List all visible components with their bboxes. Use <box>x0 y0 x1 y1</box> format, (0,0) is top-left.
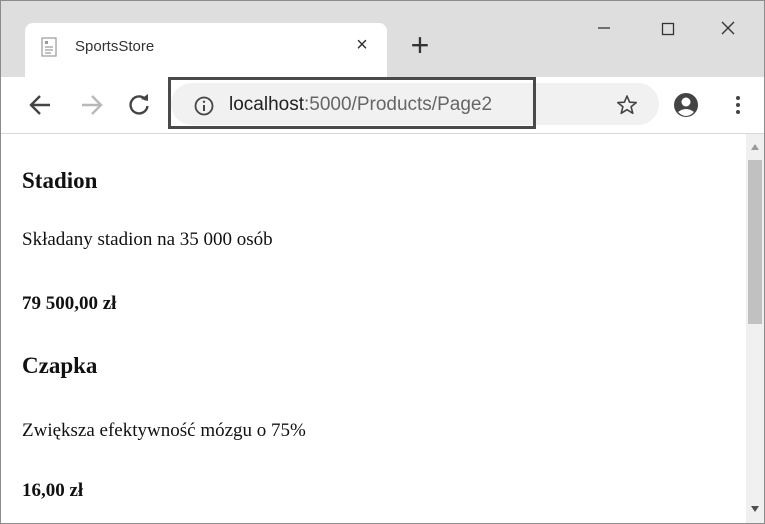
product-price: 16,00 zł <box>22 480 84 501</box>
product-name: Czapka <box>22 353 98 378</box>
scroll-up-icon[interactable] <box>746 140 764 154</box>
vertical-scrollbar[interactable] <box>746 134 764 523</box>
page-content: Stadion Składany stadion na 35 000 osób … <box>1 134 746 523</box>
scroll-thumb[interactable] <box>748 160 762 324</box>
back-arrow-icon[interactable] <box>27 91 55 119</box>
product-description-wrap: Składany stadion na 35 000 osób <box>22 229 273 251</box>
url-host: localhost <box>229 94 304 115</box>
url-path: :5000/Products/Page2 <box>304 94 493 115</box>
product-description: Składany stadion na 35 000 osób <box>22 229 273 250</box>
window-close-icon[interactable] <box>708 15 748 45</box>
tab-title: SportsStore <box>75 38 155 55</box>
product-card: Czapka <box>22 353 97 379</box>
star-icon[interactable] <box>615 93 639 117</box>
maximize-icon[interactable] <box>648 15 688 45</box>
account-icon[interactable] <box>672 91 700 119</box>
product-price-wrap: 79 500,00 zł <box>22 293 116 315</box>
tab-sportsstore[interactable]: SportsStore × <box>25 23 387 77</box>
product-description: Zwiększa efektywność mózgu o 75% <box>22 420 306 441</box>
toolbar: localhost:5000/Products/Page2 <box>1 77 764 134</box>
address-input[interactable]: localhost:5000/Products/Page2 <box>229 94 492 116</box>
scroll-down-icon[interactable] <box>746 502 764 516</box>
minimize-icon[interactable] <box>584 15 624 45</box>
product-description-wrap: Zwiększa efektywność mózgu o 75% <box>22 420 306 442</box>
info-icon[interactable] <box>193 95 215 117</box>
close-icon[interactable]: × <box>350 33 374 57</box>
forward-arrow-icon[interactable] <box>77 91 105 119</box>
product-name: Stadion <box>22 168 98 193</box>
tab-strip: SportsStore × + <box>1 1 764 77</box>
plus-icon[interactable]: + <box>404 29 436 61</box>
product-price-wrap: 16,00 zł <box>22 480 83 502</box>
browser-window: SportsStore × + localhost:5000/Products/… <box>0 0 765 524</box>
reload-icon[interactable] <box>125 91 153 119</box>
product-price: 79 500,00 zł <box>22 293 117 314</box>
more-vert-icon[interactable] <box>730 91 746 119</box>
page-icon <box>41 37 57 57</box>
product-card: Stadion <box>22 168 97 194</box>
